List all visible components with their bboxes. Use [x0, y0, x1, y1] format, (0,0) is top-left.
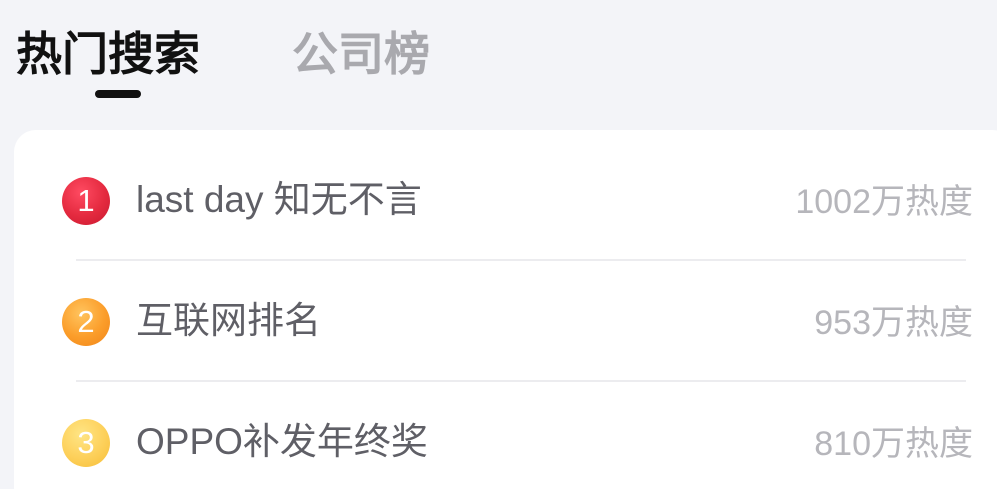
- hot-item-heat: 810万热度: [814, 425, 973, 463]
- hot-search-page: 热门搜索 公司榜 1 last day 知无不言 1002万热度 2 互联网排名…: [0, 0, 997, 489]
- tab-bar: 热门搜索 公司榜: [0, 0, 997, 110]
- rank-badge: 3: [62, 419, 110, 467]
- rank-badge: 2: [62, 298, 110, 346]
- hot-item-heat: 1002万热度: [795, 183, 973, 221]
- tab-company-ranking[interactable]: 公司榜: [292, 24, 430, 84]
- hot-item-heat: 953万热度: [814, 304, 973, 342]
- hot-search-list: 1 last day 知无不言 1002万热度 2 互联网排名 953万热度 3…: [14, 130, 997, 489]
- hot-item-title: last day 知无不言: [136, 179, 422, 220]
- hot-item-title: OPPO补发年终奖: [136, 421, 428, 462]
- tab-hot-search[interactable]: 热门搜索: [16, 24, 200, 84]
- hot-item-title: 互联网排名: [136, 300, 321, 341]
- rank-badge: 1: [62, 177, 110, 225]
- hot-list-item[interactable]: 3 OPPO补发年终奖 810万热度: [14, 382, 997, 489]
- hot-list-item[interactable]: 1 last day 知无不言 1002万热度: [14, 140, 997, 261]
- hot-list-item[interactable]: 2 互联网排名 953万热度: [14, 261, 997, 382]
- active-tab-indicator: [95, 90, 141, 98]
